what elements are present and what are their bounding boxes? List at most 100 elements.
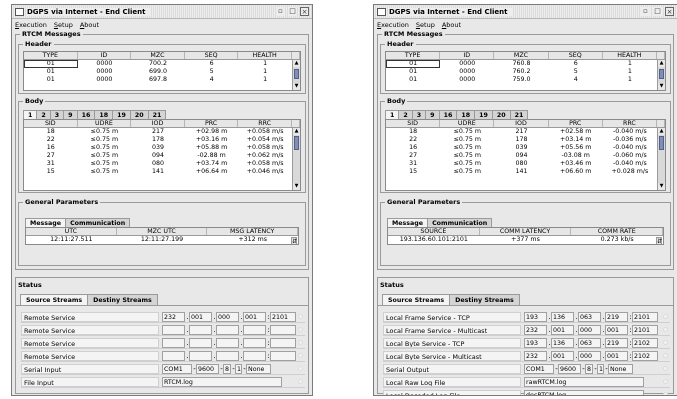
ip-octet-1-field[interactable] xyxy=(162,337,185,348)
column-header-comm-latency[interactable]: COMM LATENCY xyxy=(480,228,572,235)
stop-bits-field[interactable]: 1 xyxy=(597,363,604,374)
tab-type-19[interactable]: 19 xyxy=(112,110,131,119)
maximize-icon[interactable]: □ xyxy=(653,7,662,16)
table-row[interactable]: 31 ≤0.75 m 080 +03.74 m +0.058 m/s xyxy=(24,160,300,168)
tab-type-9[interactable]: 9 xyxy=(63,110,78,119)
ip-octet-2-field[interactable]: 136 xyxy=(551,311,574,322)
tab-type-1[interactable]: 1 xyxy=(385,110,400,119)
ip-octet-2-field[interactable] xyxy=(189,324,212,335)
table-row[interactable]: 01 0000 699.0 5 1 xyxy=(24,68,300,76)
ip-octet-4-field[interactable]: 001 xyxy=(605,350,628,361)
close-icon[interactable]: × xyxy=(300,7,309,16)
tab-type-2[interactable]: 2 xyxy=(36,110,51,119)
parity-field[interactable]: None xyxy=(246,363,271,374)
tab-message[interactable]: Message xyxy=(387,218,429,227)
tab-type-16[interactable]: 16 xyxy=(76,110,96,119)
minimize-icon[interactable]: ▫ xyxy=(641,7,650,16)
scroll-down-arrow-icon[interactable]: ▼ xyxy=(293,83,300,90)
table-row[interactable]: 15 ≤0.75 m 141 +06.60 m +0.028 m/s xyxy=(386,168,665,176)
column-header-rrc[interactable]: RRC xyxy=(238,120,292,127)
scroll-up-arrow-icon[interactable]: ▲ xyxy=(293,60,300,67)
column-header-seq[interactable]: SEQ xyxy=(549,52,603,59)
ip-octet-3-field[interactable] xyxy=(216,324,239,335)
ip-octet-3-field[interactable] xyxy=(216,337,239,348)
tab-type-20[interactable]: 20 xyxy=(129,110,149,119)
menu-about[interactable]: About xyxy=(442,21,461,29)
ip-octet-2-field[interactable]: 001 xyxy=(189,311,212,322)
ip-octet-2-field[interactable]: 001 xyxy=(551,324,574,335)
column-header-type[interactable]: TYPE xyxy=(386,52,441,59)
baud-rate-field[interactable]: 9600 xyxy=(196,363,219,374)
parity-field[interactable]: None xyxy=(608,363,633,374)
ip-octet-1-field[interactable] xyxy=(162,350,185,361)
tab-type-2[interactable]: 2 xyxy=(398,110,413,119)
tab-type-3[interactable]: 3 xyxy=(411,110,427,119)
scroll-up-arrow-icon[interactable]: ▲ xyxy=(293,128,300,135)
column-header-sid[interactable]: SID xyxy=(24,120,78,127)
column-header-sid[interactable]: SID xyxy=(386,120,441,127)
tab-source-streams[interactable]: Source Streams xyxy=(382,294,451,305)
scroll-up-arrow-icon[interactable]: ▲ xyxy=(658,128,665,135)
ip-octet-2-field[interactable]: 136 xyxy=(551,337,574,348)
tab-destiny-streams[interactable]: Destiny Streams xyxy=(87,294,158,305)
scroll-down-arrow-icon[interactable]: ▼ xyxy=(293,183,300,190)
data-bits-field[interactable]: 8 xyxy=(223,363,231,374)
table-row[interactable]: 31 ≤0.75 m 080 +03.46 m -0.040 m/s xyxy=(386,160,665,168)
column-header-udre[interactable]: UDRE xyxy=(440,120,495,127)
table-row[interactable]: 18 ≤0.75 m 217 +02.98 m +0.058 m/s xyxy=(24,128,300,136)
ip-octet-1-field[interactable]: 232 xyxy=(162,311,185,322)
header-scrollbar[interactable]: ▲ ▼ xyxy=(292,60,300,90)
scroll-down-arrow-icon[interactable]: ▼ xyxy=(658,83,665,90)
ip-octet-4-field[interactable]: 001 xyxy=(605,324,628,335)
com-port-field[interactable]: COM1 xyxy=(524,363,554,374)
minimize-icon[interactable]: ▫ xyxy=(276,7,285,16)
row-spinner-icon[interactable]: ⇵ xyxy=(291,237,297,244)
port-field[interactable] xyxy=(270,350,296,361)
ip-octet-3-field[interactable] xyxy=(216,350,239,361)
menu-execution[interactable]: Execution xyxy=(15,21,47,29)
menu-setup[interactable]: Setup xyxy=(416,21,435,29)
header-scrollbar[interactable]: ▲ ▼ xyxy=(657,60,665,90)
table-row[interactable]: 01 0000 760.8 6 1 xyxy=(386,60,665,68)
tab-type-21[interactable]: 21 xyxy=(509,110,529,119)
tab-destiny-streams[interactable]: Destiny Streams xyxy=(449,294,520,305)
menu-about[interactable]: About xyxy=(80,21,99,29)
ip-octet-1-field[interactable]: 193 xyxy=(524,311,547,322)
column-header-rrc[interactable]: RRC xyxy=(603,120,658,127)
tab-communication[interactable]: Communication xyxy=(65,218,131,227)
ip-octet-4-field[interactable]: 219 xyxy=(605,337,628,348)
ip-octet-1-field[interactable]: 232 xyxy=(524,350,547,361)
ip-octet-2-field[interactable]: 001 xyxy=(551,350,574,361)
column-header-health[interactable]: HEALTH xyxy=(238,52,292,59)
port-field[interactable]: 2101 xyxy=(632,324,658,335)
column-header-mzc[interactable]: MZC xyxy=(131,52,185,59)
column-header-utc[interactable]: UTC xyxy=(26,228,117,235)
table-row[interactable]: 193.136.60.101:2101 +377 ms 0.273 kb/s xyxy=(388,236,663,244)
menu-execution[interactable]: Execution xyxy=(377,21,409,29)
ip-octet-3-field[interactable]: 000 xyxy=(578,324,601,335)
stop-bits-field[interactable]: 1 xyxy=(235,363,242,374)
column-header-id[interactable]: ID xyxy=(78,52,132,59)
ip-octet-1-field[interactable]: 232 xyxy=(524,324,547,335)
ip-octet-2-field[interactable] xyxy=(189,337,212,348)
scroll-thumb[interactable] xyxy=(294,69,299,79)
column-header-udre[interactable]: UDRE xyxy=(78,120,132,127)
body-scrollbar[interactable]: ▲ ▼ xyxy=(292,128,300,190)
port-field[interactable] xyxy=(270,324,296,335)
scroll-down-arrow-icon[interactable]: ▼ xyxy=(658,183,665,190)
ip-octet-3-field[interactable]: 000 xyxy=(578,350,601,361)
ip-octet-4-field[interactable] xyxy=(243,337,266,348)
ip-octet-2-field[interactable] xyxy=(189,350,212,361)
column-header-mzc[interactable]: MZC xyxy=(494,52,549,59)
table-row[interactable]: 01 0000 760.2 5 1 xyxy=(386,68,665,76)
port-field[interactable]: 2101 xyxy=(632,311,658,322)
tab-type-21[interactable]: 21 xyxy=(147,110,167,119)
tab-type-9[interactable]: 9 xyxy=(425,110,440,119)
close-icon[interactable]: × xyxy=(665,7,674,16)
com-port-field[interactable]: COM1 xyxy=(162,363,192,374)
column-header-type[interactable]: TYPE xyxy=(24,52,78,59)
port-field[interactable]: 2101 xyxy=(270,311,296,322)
tab-type-16[interactable]: 16 xyxy=(438,110,458,119)
tab-communication[interactable]: Communication xyxy=(427,218,493,227)
row-spinner-icon[interactable]: ⇵ xyxy=(656,237,662,244)
